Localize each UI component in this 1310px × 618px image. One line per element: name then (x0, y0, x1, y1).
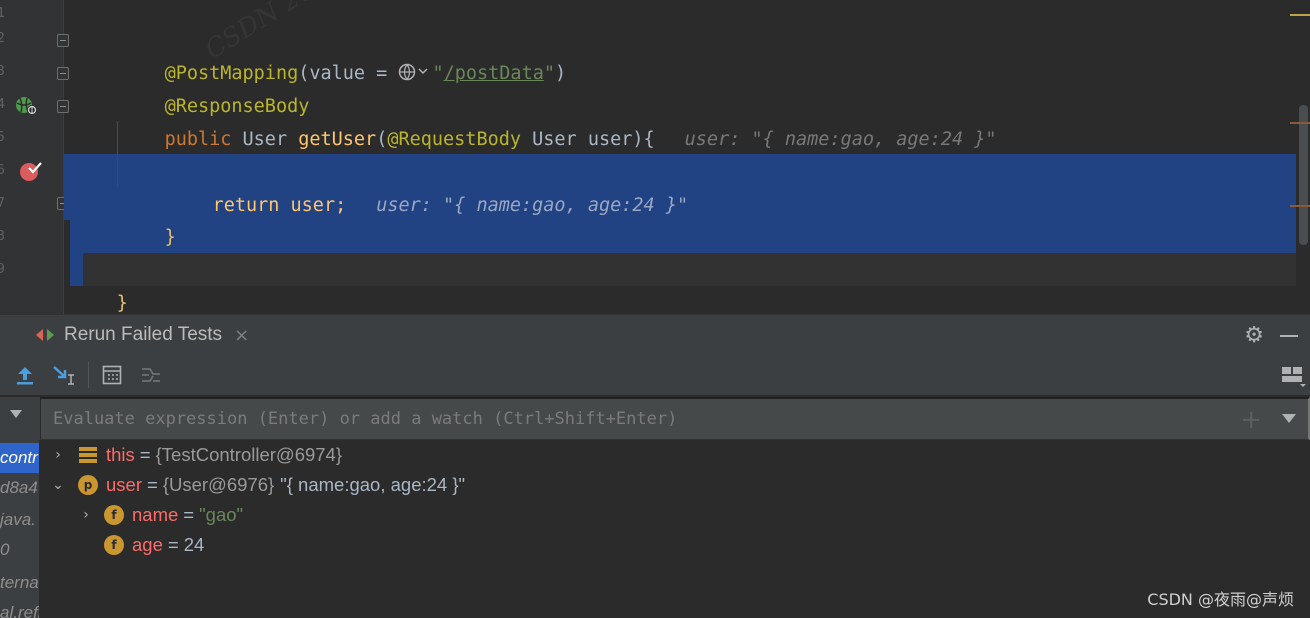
variable-name: user (106, 474, 142, 495)
evaluate-row: + (0, 397, 1310, 440)
annotation-token: @RequestBody (387, 129, 521, 150)
step-out-icon[interactable] (12, 362, 38, 388)
frame-item[interactable]: al.refl (0, 598, 39, 618)
chevron-down-icon[interactable] (1282, 414, 1296, 423)
globe-icon[interactable] (398, 63, 432, 81)
error-stripe-marker[interactable] (1290, 122, 1310, 124)
inline-debug-value: user: "{ name:gao, age:24 }" (684, 129, 997, 150)
code-line-method-signature[interactable]: public User getUser(@RequestBody User us… (120, 90, 997, 150)
code-line-class-close-brace[interactable]: } (72, 254, 128, 314)
stack-icon (78, 445, 98, 465)
evaluate-expression-input[interactable] (40, 397, 1310, 440)
frame-item[interactable]: contr (0, 443, 39, 473)
frames-dropdown-icon[interactable] (10, 410, 22, 418)
variables-tree[interactable]: › this = {TestController@6974} ⌄ p user … (40, 440, 1310, 618)
line-number: 6 (0, 163, 5, 178)
keyword-token: public (164, 129, 243, 150)
keyword-token: return (212, 195, 280, 216)
equals-sign: = (147, 474, 158, 495)
brace-token: } (116, 293, 128, 314)
brace-token: } (164, 227, 176, 248)
url-path-link[interactable]: /postData (444, 63, 544, 84)
line-number: 7 (0, 196, 5, 211)
variable-name: age (132, 534, 163, 555)
trace-stream-icon[interactable] (138, 362, 164, 388)
current-line-highlight (70, 253, 1296, 286)
line-number: 4 (0, 97, 5, 112)
frame-item[interactable]: java. (0, 505, 36, 535)
variable-value: "{ name:gao, age:24 }" (280, 474, 466, 495)
equals-sign: = (139, 444, 151, 465)
add-watch-icon[interactable]: + (1240, 405, 1262, 435)
close-icon[interactable]: × (234, 325, 249, 346)
frame-item[interactable]: d8a4 (0, 473, 38, 503)
code-token: User user){ (521, 129, 655, 150)
run-to-cursor-icon[interactable] (50, 362, 76, 388)
code-line-close-brace[interactable]: } (120, 188, 176, 248)
tab-rerun-failed-tests[interactable]: Rerun Failed Tests × (34, 315, 249, 355)
field-icon: f (104, 505, 124, 525)
editor-gutter[interactable]: 1 2 3 4 5 6 7 8 9 (0, 0, 69, 314)
code-line-return[interactable]: return user; user: "{ name:gao, age:24 }" (168, 156, 689, 216)
method-name-token: getUser (298, 129, 377, 150)
debug-toolbar (0, 354, 1310, 396)
string-token: " (432, 63, 444, 84)
variable-type: {TestController@6974} (155, 444, 343, 465)
variable-row-age[interactable]: f age = 24 (76, 530, 204, 560)
error-stripe-marker[interactable] (1290, 205, 1310, 207)
variable-value: "gao" (199, 504, 244, 525)
breakpoint-icon[interactable] (18, 160, 42, 184)
line-number: 1 (0, 6, 5, 21)
csdn-credit: CSDN @夜雨@声烦 (1147, 590, 1294, 609)
toolbar-divider (88, 362, 89, 388)
string-token: " (543, 63, 555, 84)
chevron-right-icon[interactable]: › (76, 507, 96, 523)
code-token: (value = (298, 63, 399, 84)
frame-item[interactable]: terna (0, 568, 39, 598)
variable-name: name (132, 504, 179, 525)
layout-options-icon[interactable] (1280, 362, 1306, 388)
code-line-postmapping[interactable]: @PostMapping(value = "/postData") (120, 24, 567, 84)
code-token: ( (376, 129, 388, 150)
variable-type: {User@6976} (162, 474, 275, 495)
equals-sign: = (183, 504, 195, 525)
variable-name: this (106, 444, 135, 465)
frame-item[interactable]: 0 (0, 535, 9, 565)
fold-marker[interactable] (57, 100, 69, 113)
chevron-right-icon[interactable]: › (48, 447, 68, 463)
fold-marker[interactable] (57, 67, 69, 80)
inline-debug-value: user: "{ name:gao, age:24 }" (376, 195, 689, 216)
chevron-down-icon[interactable]: ⌄ (48, 477, 68, 493)
rerun-tests-icon (36, 329, 54, 341)
web-endpoint-icon[interactable] (14, 95, 38, 117)
minimize-icon[interactable] (1280, 335, 1298, 337)
frames-list[interactable]: contr d8a4 java. 0 terna al.refl (0, 440, 40, 618)
line-number: 3 (0, 64, 5, 79)
type-token: User (242, 129, 299, 150)
fold-marker[interactable] (57, 34, 69, 47)
debug-tab-bar: Rerun Failed Tests × ⚙ (0, 314, 1310, 354)
line-number: 9 (0, 262, 5, 277)
variable-row-user[interactable]: ⌄ p user = {User@6976} "{ name:gao, age:… (48, 470, 465, 500)
code-token: user; (279, 195, 347, 216)
selection-highlight (70, 220, 1296, 253)
line-number: 8 (0, 229, 5, 244)
code-token: ) (555, 63, 567, 84)
error-stripe-marker[interactable] (1290, 14, 1310, 16)
code-editor[interactable]: 1 2 3 4 5 6 7 8 9 CSDN 2022-07 14:28 6E4… (0, 0, 1310, 314)
indent-guide (117, 121, 118, 187)
code-line-responsebody[interactable]: @ResponseBody (120, 57, 310, 117)
equals-sign: = (167, 534, 179, 555)
variable-value: 24 (183, 534, 205, 555)
field-icon: f (104, 535, 124, 555)
line-number: 5 (0, 130, 5, 145)
variable-row-this[interactable]: › this = {TestController@6974} (48, 440, 342, 470)
line-number: 2 (0, 31, 5, 46)
variable-row-name[interactable]: › f name = "gao" (76, 500, 243, 530)
editor-scrollbar[interactable] (1299, 105, 1308, 245)
parameter-icon: p (78, 475, 98, 495)
evaluate-expression-icon[interactable] (99, 362, 125, 388)
tab-label: Rerun Failed Tests (64, 324, 223, 345)
gear-icon[interactable]: ⚙ (1244, 323, 1264, 348)
